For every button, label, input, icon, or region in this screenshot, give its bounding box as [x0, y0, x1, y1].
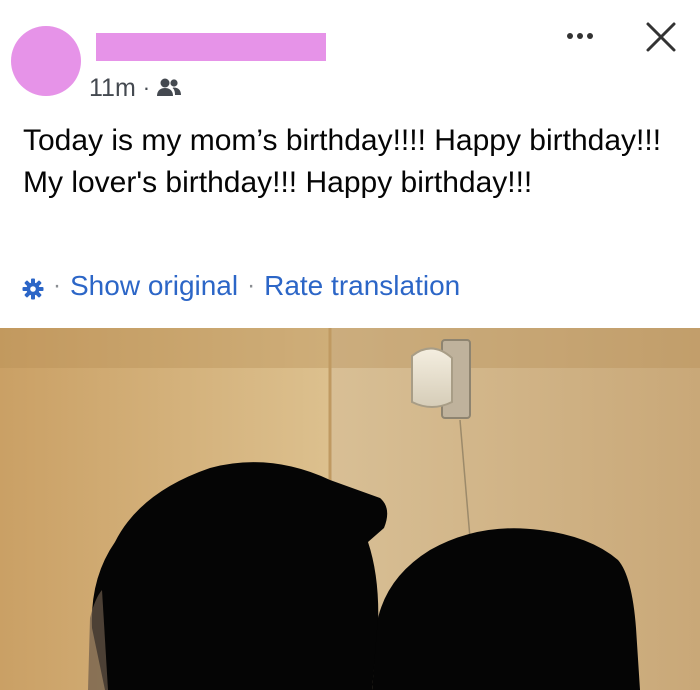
more-dot-icon	[587, 33, 593, 39]
facebook-post: 11m · Today is my mom’s birthday!!!! Hap…	[0, 0, 700, 690]
translation-bar: · Show original · Rate translation	[22, 266, 460, 306]
avatar[interactable]	[11, 26, 81, 96]
close-button[interactable]	[640, 16, 682, 58]
more-options-button[interactable]	[560, 18, 600, 54]
friends-icon[interactable]	[156, 77, 182, 99]
post-meta: 11m ·	[89, 72, 182, 104]
post-header: 11m ·	[0, 0, 700, 110]
more-dot-icon	[577, 33, 583, 39]
post-timestamp[interactable]: 11m	[89, 74, 136, 103]
post-text-line: Today is my mom’s birthday!!!! Happy bir…	[23, 124, 662, 157]
more-dot-icon	[567, 33, 573, 39]
post-photo[interactable]	[0, 328, 700, 690]
meta-separator: ·	[142, 75, 151, 100]
rate-translation-link[interactable]: Rate translation	[264, 270, 460, 302]
post-text-line: My lover's birthday!!! Happy birthday!!!	[23, 166, 533, 199]
photo-image	[0, 328, 700, 690]
show-original-link[interactable]: Show original	[70, 270, 238, 302]
translation-separator: ·	[53, 272, 61, 299]
post-text: Today is my mom’s birthday!!!! Happy bir…	[23, 120, 663, 204]
author-name-redaction	[96, 33, 326, 61]
gear-icon	[22, 275, 44, 300]
close-icon	[646, 22, 676, 52]
translation-separator: ·	[247, 272, 256, 299]
